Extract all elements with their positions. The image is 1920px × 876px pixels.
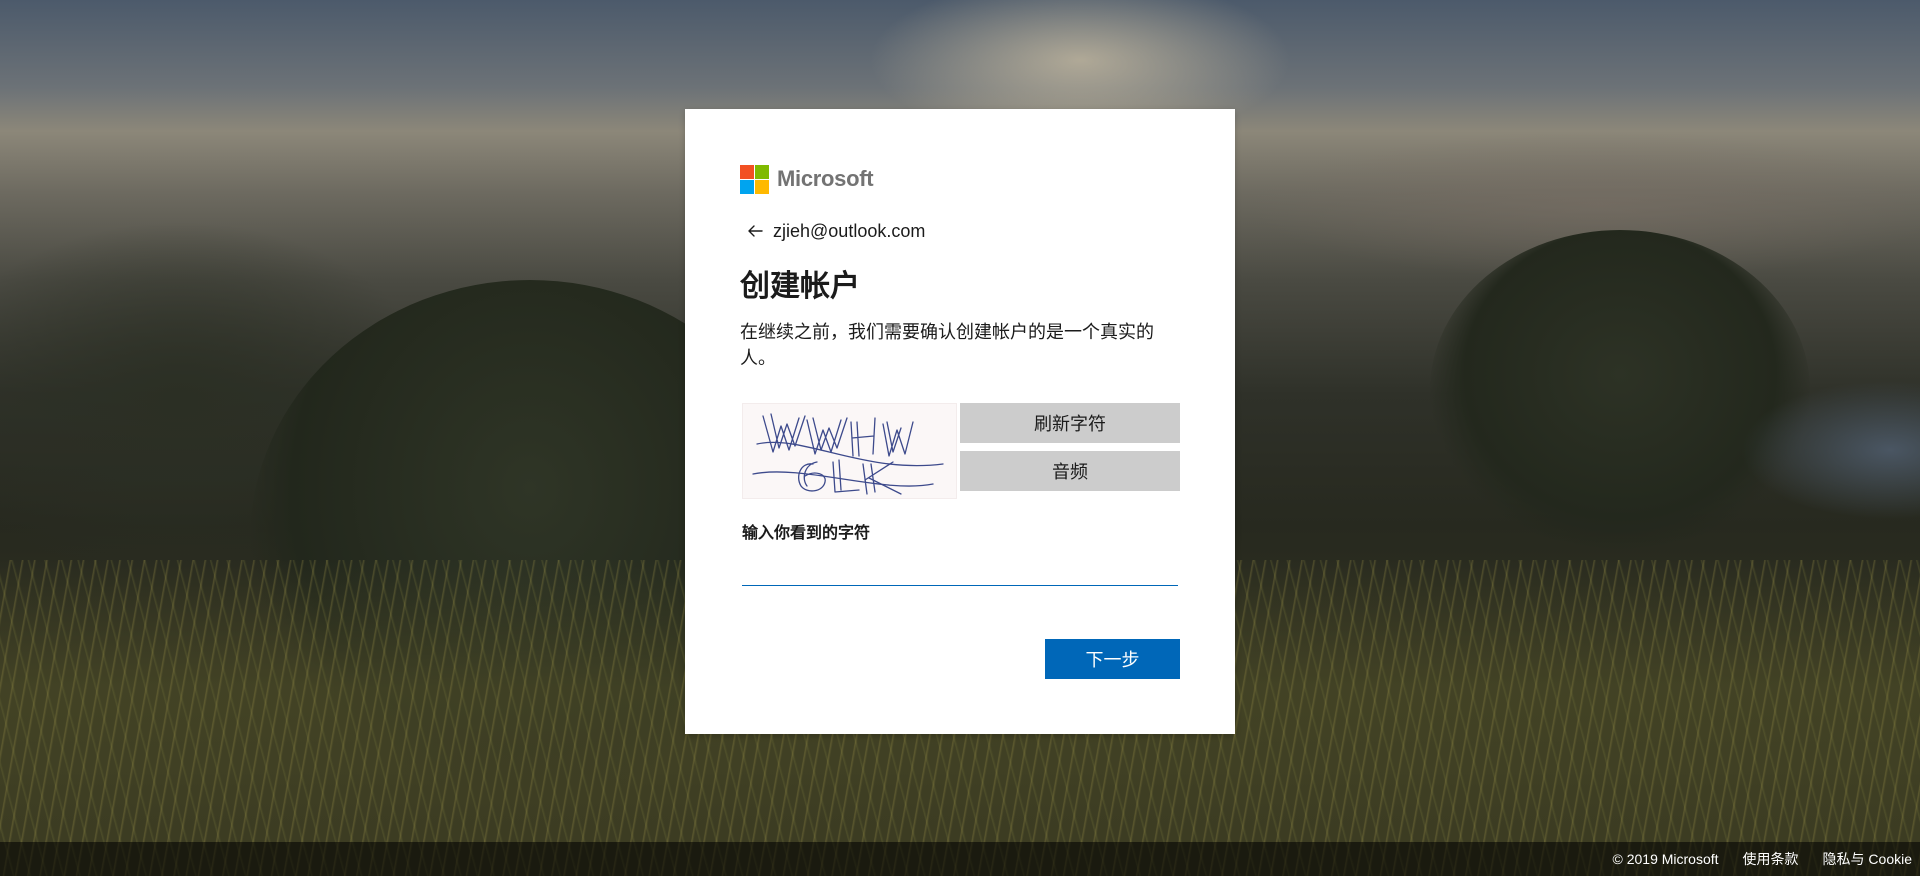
page-description: 在继续之前，我们需要确认创建帐户的是一个真实的人。 <box>740 322 1154 368</box>
footer-copyright: © 2019 Microsoft <box>1612 851 1719 867</box>
logo-text: Microsoft <box>777 166 874 191</box>
footer-privacy-link[interactable]: 隐私与 Cookie <box>1823 849 1912 869</box>
captcha-input-label: 输入你看到的字符 <box>742 525 871 542</box>
arrow-left-icon[interactable] <box>745 221 765 241</box>
logo-square-green <box>755 164 769 179</box>
audio-captcha-button[interactable]: 音频 <box>960 451 1180 491</box>
page-title: 创建帐户 <box>740 270 860 303</box>
microsoft-logo: Microsoft <box>740 164 874 194</box>
logo-square-red <box>740 164 754 179</box>
background-mountain-right <box>1430 230 1810 550</box>
captcha-section: 刷新字符 音频 <box>742 403 1180 499</box>
footer: © 2019 Microsoft 使用条款 隐私与 Cookie <box>0 842 1920 876</box>
microsoft-logo-icon <box>740 164 769 194</box>
identity-banner[interactable]: zjieh@outlook.com <box>745 219 925 243</box>
logo-square-blue <box>740 179 754 194</box>
captcha-image <box>742 403 957 499</box>
logo-square-yellow <box>755 179 769 194</box>
refresh-captcha-button[interactable]: 刷新字符 <box>960 403 1180 443</box>
footer-terms-link[interactable]: 使用条款 <box>1743 849 1799 869</box>
captcha-input[interactable] <box>742 549 1178 586</box>
create-account-dialog: Microsoft zjieh@outlook.com 创建帐户 在继续之前，我… <box>685 109 1235 734</box>
captcha-distorted-text <box>752 413 944 495</box>
identity-email: zjieh@outlook.com <box>773 220 926 241</box>
next-button[interactable]: 下一步 <box>1045 639 1180 679</box>
